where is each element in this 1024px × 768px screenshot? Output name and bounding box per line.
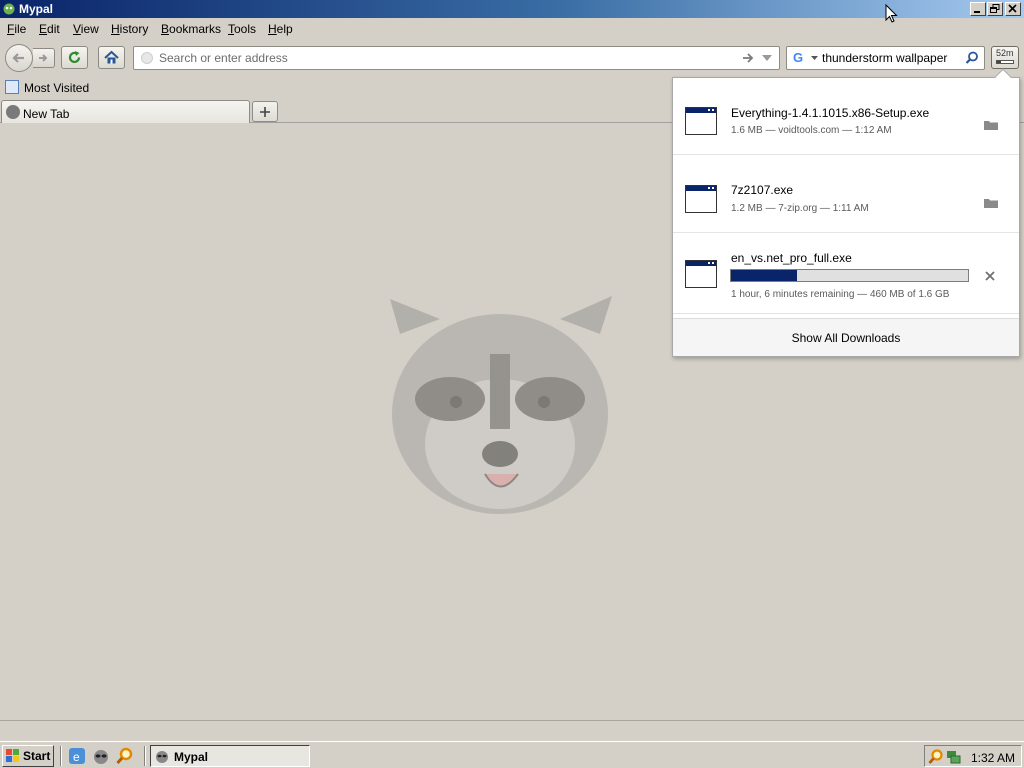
windows-flag-icon	[6, 749, 19, 762]
download-item[interactable]: 7z2107.exe 1.2 MB — 7-zip.org — 1:11 AM	[673, 156, 1019, 233]
menu-edit-label: dit	[47, 22, 60, 36]
menu-edit[interactable]: Edit	[39, 22, 60, 36]
navigation-toolbar: G 52m	[0, 40, 1024, 76]
minimize-button[interactable]	[970, 2, 986, 16]
svg-text:e: e	[73, 750, 80, 764]
close-button[interactable]	[1005, 2, 1021, 16]
download-status: 1.6 MB — voidtools.com — 1:12 AM	[731, 125, 892, 136]
google-g-icon[interactable]: G	[793, 50, 803, 65]
exe-file-icon	[685, 107, 717, 135]
folder-icon[interactable]	[984, 119, 998, 130]
search-engine-dropdown-icon[interactable]	[811, 56, 818, 60]
raccoon-mascot-image	[390, 296, 612, 514]
tab-new-tab[interactable]: New Tab	[1, 100, 250, 123]
downloads-time-remaining: 52m	[996, 48, 1014, 58]
mypal-quicklaunch-icon[interactable]	[92, 747, 110, 765]
taskbar: Start e Mypal 1:32 AM	[0, 741, 1024, 768]
window-titlebar[interactable]: Mypal	[0, 0, 1024, 18]
show-all-downloads-button[interactable]: Show All Downloads	[673, 318, 1019, 356]
reload-icon	[68, 51, 81, 64]
forward-button[interactable]	[33, 48, 55, 68]
menu-tools[interactable]: Tools	[228, 22, 256, 36]
download-progress-bar	[730, 269, 969, 282]
system-tray: 1:32 AM	[924, 745, 1022, 767]
menu-edit-mnemonic: E	[39, 22, 48, 36]
taskbar-clock: 1:32 AM	[971, 751, 1016, 765]
download-filename: 7z2107.exe	[731, 183, 794, 197]
quicklaunch-separator	[144, 746, 146, 766]
start-button[interactable]: Start	[2, 745, 54, 767]
menu-bookmarks[interactable]: Bookmarks	[161, 22, 221, 36]
status-divider	[0, 720, 1024, 721]
home-icon	[104, 50, 119, 64]
mypal-taskbar-icon	[156, 751, 168, 763]
download-status: 1 hour, 6 minutes remaining — 460 MB of …	[731, 289, 950, 300]
start-label: Start	[23, 749, 51, 763]
bookmark-folder-icon	[5, 80, 19, 94]
bookmark-most-visited[interactable]: Most Visited	[24, 81, 89, 95]
cancel-x-icon[interactable]	[985, 271, 995, 281]
menu-tools-label: ools	[234, 22, 257, 36]
menu-bar: File Edit View History Bookmarks Tools H…	[0, 18, 1024, 40]
minimize-icon	[974, 11, 980, 13]
menu-view-mnemonic: V	[73, 22, 81, 36]
taskbar-item-mypal[interactable]: Mypal	[150, 745, 310, 767]
ie-browser-icon[interactable]: e	[68, 747, 86, 765]
menu-help[interactable]: Help	[268, 22, 293, 36]
search-icon[interactable]	[965, 51, 979, 65]
back-button[interactable]	[5, 44, 33, 72]
menu-help-mnemonic: H	[268, 22, 277, 36]
download-filename: en_vs.net_pro_full.exe	[731, 251, 852, 265]
exe-file-icon	[685, 185, 717, 213]
menu-file-label: ile	[14, 22, 27, 36]
downloads-mini-progress	[996, 60, 1014, 64]
mouse-cursor-icon	[885, 4, 898, 23]
menu-bookmarks-mnemonic: B	[161, 22, 170, 36]
exe-file-icon	[685, 260, 717, 288]
mypal-app-icon	[3, 3, 15, 15]
restore-button[interactable]	[987, 2, 1003, 16]
menu-history[interactable]: History	[111, 22, 148, 36]
back-arrow-icon	[12, 53, 24, 63]
folder-icon[interactable]	[984, 197, 998, 208]
address-bar[interactable]	[133, 46, 780, 70]
download-progress-fill	[731, 270, 798, 281]
new-tab-button[interactable]	[252, 101, 278, 122]
downloads-panel: Everything-1.4.1.1015.x86-Setup.exe 1.6 …	[672, 68, 1020, 357]
download-filename: Everything-1.4.1.1015.x86-Setup.exe	[731, 106, 930, 120]
menu-bookmarks-label: ookmarks	[169, 22, 222, 36]
menu-history-label: istory	[119, 22, 149, 36]
taskbar-item-label: Mypal	[174, 750, 209, 764]
site-identity-icon	[141, 52, 153, 64]
menu-help-label: elp	[276, 22, 293, 36]
go-arrow-icon[interactable]	[741, 51, 755, 65]
download-item[interactable]: Everything-1.4.1.1015.x86-Setup.exe 1.6 …	[673, 78, 1019, 155]
menu-file[interactable]: File	[7, 22, 26, 36]
window-title: Mypal	[19, 2, 54, 16]
menu-history-mnemonic: H	[111, 22, 120, 36]
search-bar[interactable]: G	[786, 46, 985, 70]
download-status: 1.2 MB — 7-zip.org — 1:11 AM	[731, 203, 869, 214]
search-quicklaunch-icon[interactable]	[116, 747, 134, 765]
home-button[interactable]	[98, 46, 125, 69]
search-tray-icon[interactable]	[928, 749, 944, 765]
network-tray-icon[interactable]	[945, 749, 961, 765]
quicklaunch-separator	[60, 746, 62, 766]
menu-view-label: iew	[80, 22, 99, 36]
menu-view[interactable]: View	[73, 22, 99, 36]
downloads-mini-progress-fill	[997, 61, 1002, 63]
download-item-in-progress[interactable]: en_vs.net_pro_full.exe 1 hour, 6 minutes…	[673, 234, 1019, 314]
url-history-dropdown-icon[interactable]	[762, 55, 772, 61]
tab-favicon-icon	[6, 105, 20, 119]
tab-label: New Tab	[23, 107, 70, 121]
url-input[interactable]	[159, 50, 719, 66]
reload-button[interactable]	[61, 46, 88, 69]
forward-arrow-icon	[39, 54, 48, 62]
restore-icon	[990, 4, 1000, 13]
plus-icon	[260, 107, 270, 117]
search-input[interactable]	[822, 50, 962, 66]
close-icon	[1008, 4, 1017, 13]
downloads-button[interactable]: 52m	[991, 46, 1019, 69]
